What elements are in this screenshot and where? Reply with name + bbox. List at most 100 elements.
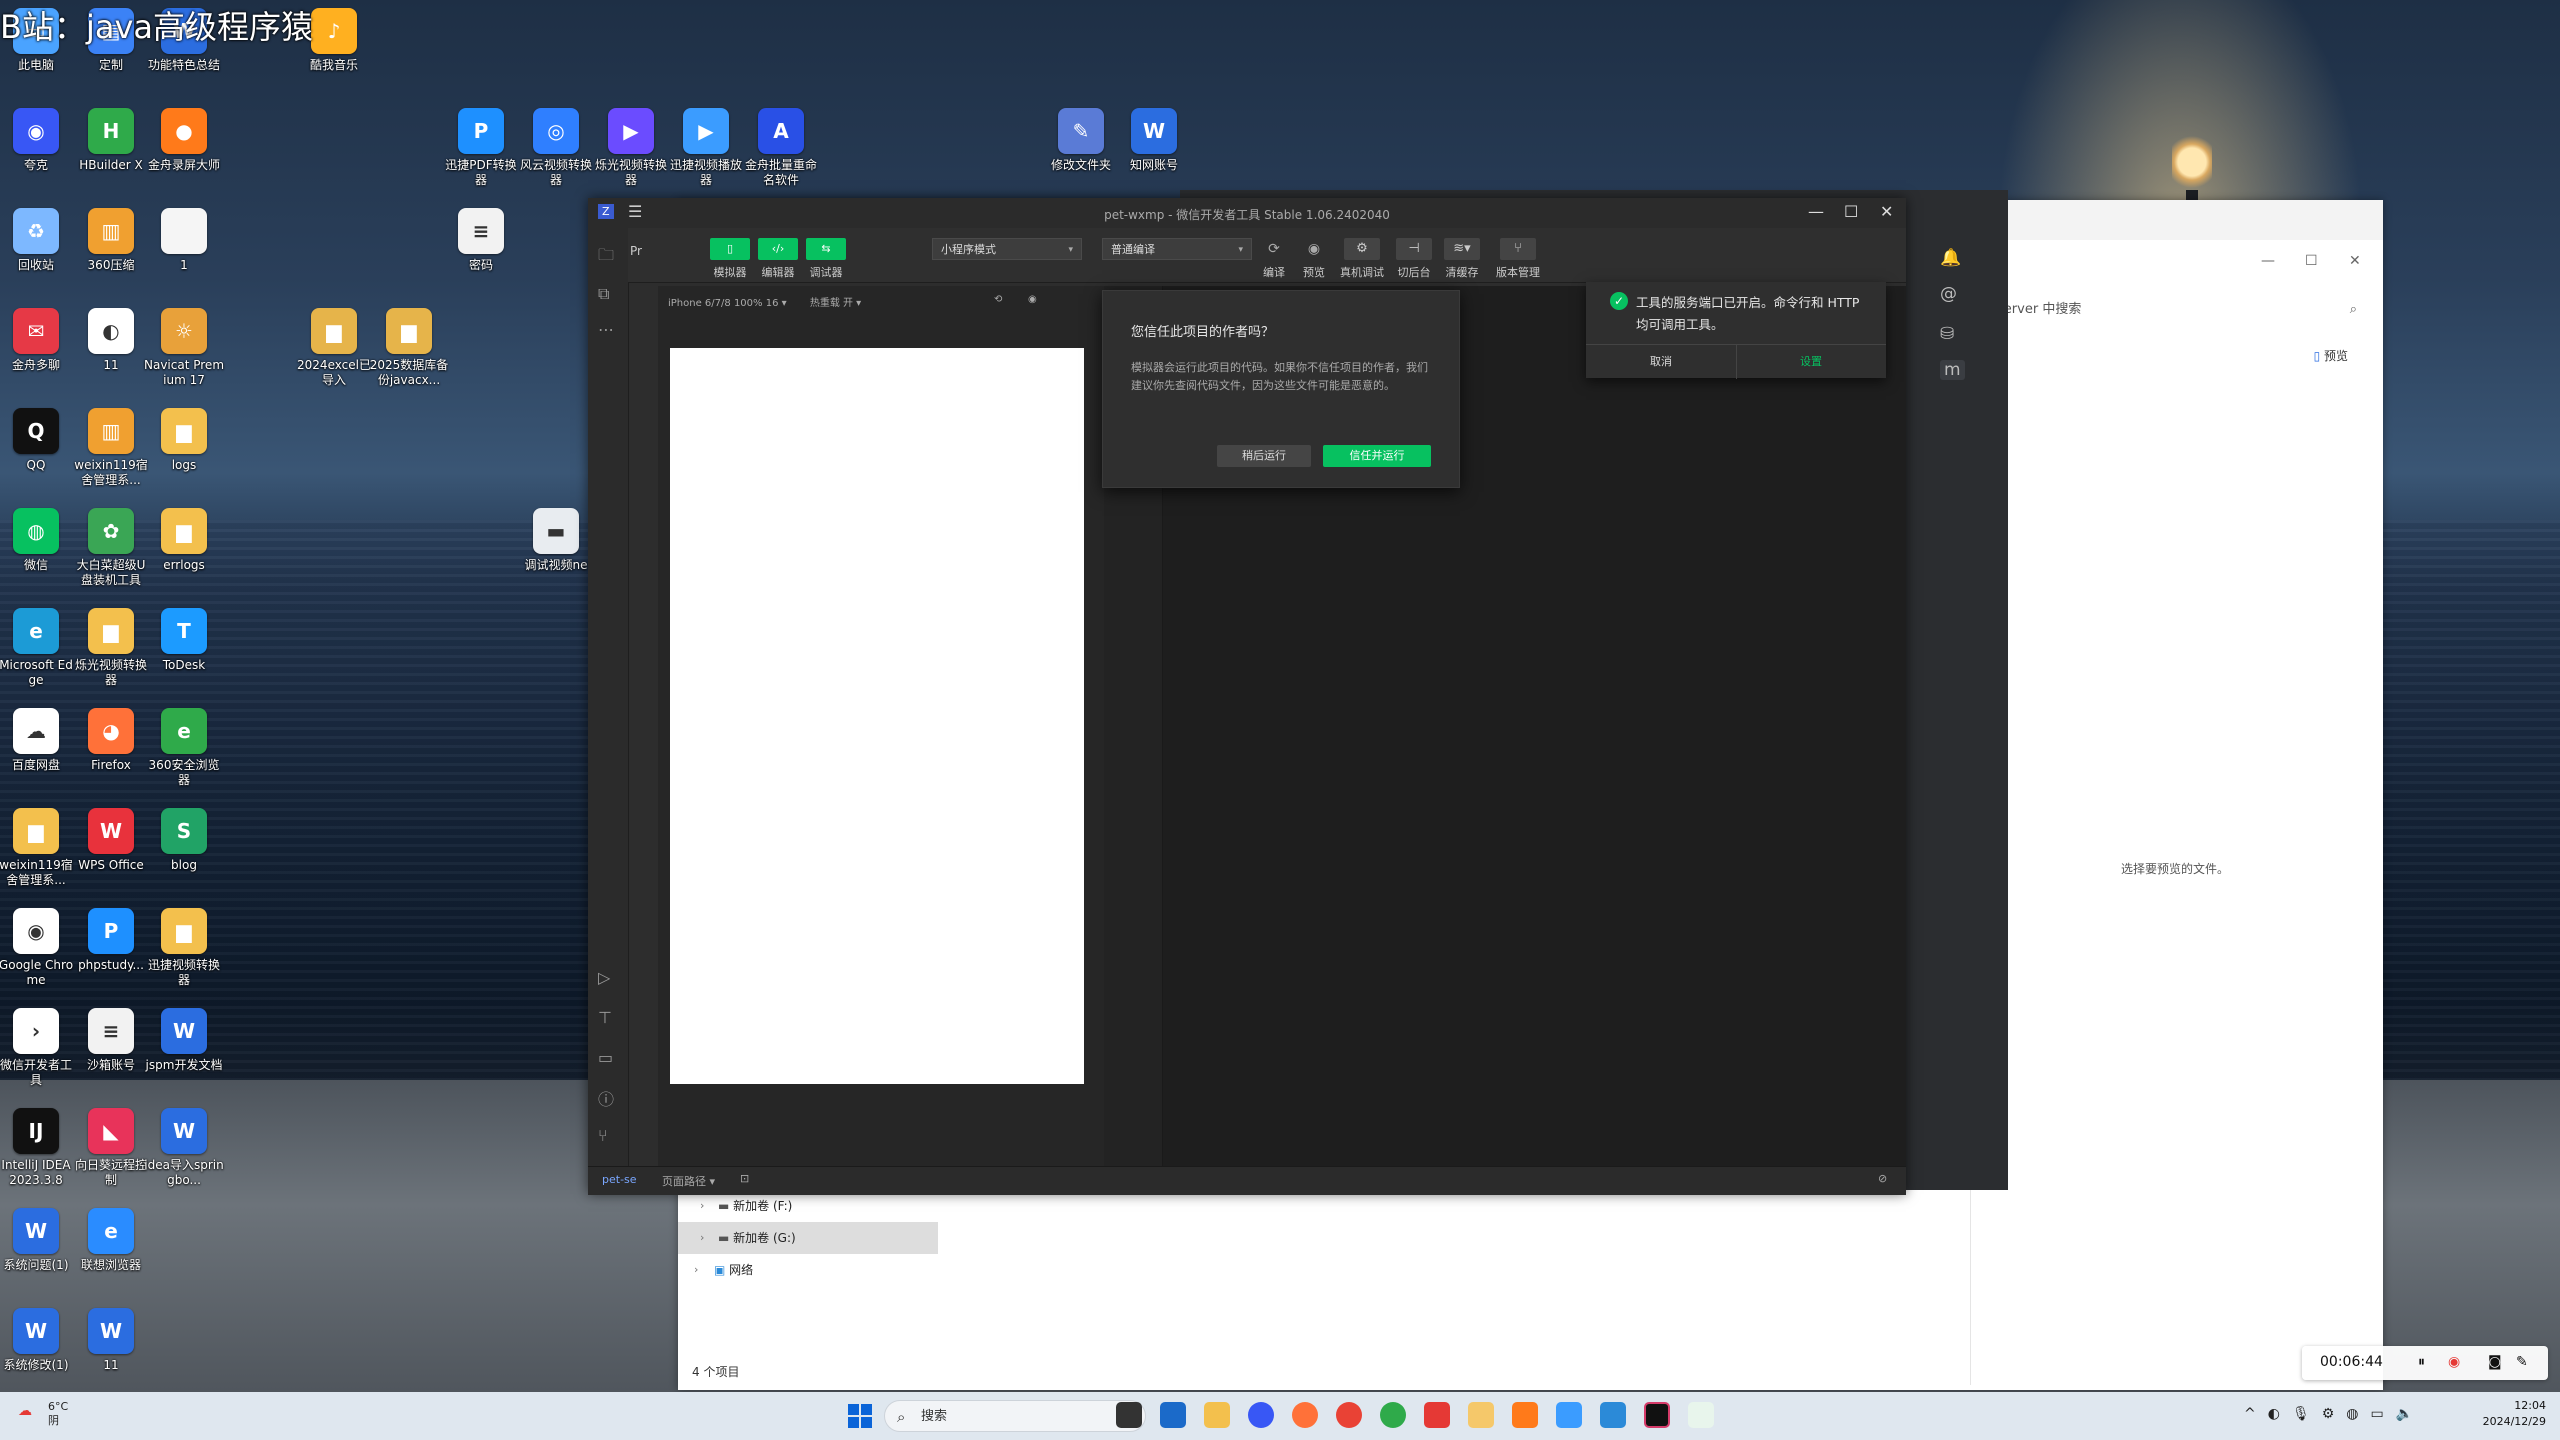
desktop-icon[interactable]: ✿ 大白菜超级U盘装机工具 <box>71 508 151 588</box>
clear-cache-button[interactable]: ≋▾ <box>1444 238 1480 260</box>
intellij-idea-icon[interactable] <box>1644 1402 1670 1428</box>
more-icon[interactable]: ⋯ <box>598 320 614 339</box>
security-icon[interactable]: ◍ <box>2346 1406 2370 1422</box>
at-icon[interactable]: @ <box>1940 284 1957 304</box>
desktop-icon[interactable]: A 金舟批量重命名软件 <box>741 108 821 188</box>
desktop-icon[interactable]: ▶ 烁光视频转换器 <box>591 108 671 188</box>
maximize-icon[interactable]: ☐ <box>2305 253 2318 269</box>
store-icon[interactable] <box>1160 1402 1186 1428</box>
desktop-icon[interactable]: ≡ 沙箱账号 <box>71 1008 151 1073</box>
version-control-button[interactable]: ⑂ <box>1500 238 1536 260</box>
app-tray-icon[interactable]: ◐ <box>2268 1406 2292 1422</box>
maven-icon[interactable]: m <box>1940 360 1965 380</box>
stop-record-icon[interactable]: ◉ <box>2448 1354 2460 1370</box>
chat-app-icon[interactable] <box>1424 1402 1450 1428</box>
recorder-app-icon[interactable] <box>1512 1402 1538 1428</box>
desktop-icon[interactable]: ◉ 夸克 <box>0 108 76 173</box>
pen-icon[interactable]: ✎ <box>2516 1354 2528 1370</box>
task-view-icon[interactable] <box>1116 1402 1142 1428</box>
run-icon[interactable]: ▷ <box>598 968 610 987</box>
real-device-debug-button[interactable]: ⚙ <box>1344 238 1380 260</box>
explorer-search-input[interactable]: pet-server 中搜索 ⌕ <box>1971 295 2371 325</box>
background-button[interactable]: ⊣ <box>1396 238 1432 260</box>
desktop-icon[interactable]: 1 <box>144 208 224 273</box>
desktop-icon[interactable]: W 系统问题(1) <box>0 1208 76 1273</box>
desktop-icon[interactable]: Q QQ <box>0 408 76 473</box>
settings-tray-icon[interactable]: ⚙ <box>2322 1406 2347 1422</box>
desktop-icon[interactable]: ▶ 迅捷视频播放器 <box>666 108 746 188</box>
chrome-icon[interactable] <box>1336 1402 1362 1428</box>
start-windows-icon[interactable] <box>848 1404 872 1428</box>
desktop-icon[interactable]: ▆ errlogs <box>144 508 224 573</box>
taskbar-clock[interactable]: 12:04 2024/12/29 <box>2483 1398 2546 1430</box>
git-icon[interactable]: ⑂ <box>598 1126 608 1145</box>
compile-mode-select[interactable]: 普通编译 ▾ <box>1102 238 1252 260</box>
folder-icon[interactable]: 🗀 <box>598 244 614 271</box>
desktop-icon[interactable]: ▆ weixin119宿舍管理系... <box>0 808 76 888</box>
network-icon[interactable]: ▭ <box>2371 1406 2396 1422</box>
desktop-icon[interactable]: IJ IntelliJ IDEA 2023.3.8 <box>0 1108 76 1188</box>
desktop-icon[interactable]: ☼ Navicat Premium 17 <box>144 308 224 388</box>
tree-item-drive-g[interactable]: › ▬ 新加卷 (G:) <box>678 1222 938 1254</box>
minimize-icon[interactable]: — <box>2261 253 2275 269</box>
desktop-icon[interactable]: ◣ 向日葵远程控制 <box>71 1108 151 1188</box>
desktop-icon[interactable]: W 系统修改(1) <box>0 1308 76 1373</box>
chevron-right-icon[interactable]: › <box>700 1222 704 1254</box>
pause-icon[interactable]: ⏸ <box>2418 1354 2425 1370</box>
minimize-icon[interactable]: — <box>1808 202 1824 221</box>
desktop-icon[interactable]: P 迅捷PDF转换器 <box>441 108 521 188</box>
search-icon[interactable]: ⌕ <box>2350 295 2357 325</box>
run-later-button[interactable]: 稍后运行 <box>1217 445 1311 467</box>
compile-icon[interactable]: ⟳ <box>1262 238 1286 260</box>
desktop-icon[interactable]: ● 金舟录屏大师 <box>144 108 224 173</box>
desktop-icon[interactable]: ▥ 360压缩 <box>71 208 151 273</box>
system-tray-icons[interactable]: ^◐🎙⚙◍▭🔈 <box>2244 1406 2425 1422</box>
desktop-icon[interactable]: ≡ 密码 <box>441 208 521 273</box>
tree-item-network[interactable]: › ▣ 网络 <box>678 1254 938 1286</box>
mode-select[interactable]: 小程序模式 ▾ <box>932 238 1082 260</box>
simulator-toggle-button[interactable]: ▯ <box>710 238 750 260</box>
desktop-icon[interactable]: ◍ 微信 <box>0 508 76 573</box>
device-select[interactable]: iPhone 6/7/8 100% 16 ▾ <box>668 298 787 309</box>
file-explorer-icon[interactable] <box>1204 1402 1230 1428</box>
record-icon[interactable]: ◉ <box>1028 294 1037 305</box>
maximize-icon[interactable]: ☐ <box>1844 202 1858 221</box>
desktop-icon[interactable]: Pphpstudy... <box>71 908 151 973</box>
debugger-toggle-button[interactable]: ⇆ <box>806 238 846 260</box>
desktop-icon[interactable]: W 知网账号 <box>1114 108 1194 173</box>
video-player-icon[interactable] <box>1556 1402 1582 1428</box>
desktop-icon[interactable]: H HBuilder X <box>71 108 151 173</box>
desktop-icon[interactable]: W 11 <box>71 1308 151 1373</box>
desktop-icon[interactable]: Widea导入springbo... <box>144 1108 224 1188</box>
close-icon[interactable]: ✕ <box>2349 253 2361 269</box>
terminal-icon[interactable]: ▭ <box>598 1048 613 1067</box>
outline-icon[interactable]: ⧉ <box>598 284 609 304</box>
database-icon[interactable]: ⛁ <box>1940 324 1954 344</box>
volume-icon[interactable]: 🔈 <box>2396 1406 2425 1422</box>
desktop-icon[interactable]: ✎ 修改文件夹 <box>1041 108 1121 173</box>
desktop-icon[interactable]: T ToDesk <box>144 608 224 673</box>
page-params-icon[interactable]: ⊡ <box>740 1172 749 1185</box>
wechat-devtools-window[interactable]: Z ☰ pet-wxmp - 微信开发者工具 Stable 1.06.24020… <box>588 198 1961 1195</box>
rotate-icon[interactable]: ⟲ <box>994 294 1002 305</box>
preview-eye-icon[interactable]: ◉ <box>1302 238 1326 260</box>
bell-icon[interactable]: 🔔 <box>1940 248 1961 268</box>
desktop-icon[interactable]: e Microsoft Edge <box>0 608 76 688</box>
no-wifi-icon[interactable]: ⊘ <box>1878 1172 1887 1185</box>
desktop-icon[interactable]: e 联想浏览器 <box>71 1208 151 1273</box>
desktop-icon[interactable]: › 微信开发者工具 <box>0 1008 76 1088</box>
quark-browser-icon[interactable] <box>1248 1402 1274 1428</box>
tools-icon[interactable]: ⊤ <box>598 1008 612 1027</box>
taskbar-search-input[interactable]: ⌕ 搜索 <box>884 1400 1146 1432</box>
chevron-up-icon[interactable]: ^ <box>2244 1406 2268 1422</box>
desktop-icon[interactable]: ▆ 迅捷视频转换器 <box>144 908 224 988</box>
desktop-icon[interactable]: ☁ 百度网盘 <box>0 708 76 773</box>
desktop-icon[interactable]: e 360安全浏览器 <box>144 708 224 788</box>
desktop-icon[interactable]: ◐ 11 <box>71 308 151 373</box>
notification-settings-button[interactable]: 设置 <box>1736 345 1886 379</box>
desktop-icon[interactable]: ♻ 回收站 <box>0 208 76 273</box>
desktop-icon[interactable]: Wjspm开发文档 <box>144 1008 224 1073</box>
desktop-icon[interactable]: W WPS Office <box>71 808 151 873</box>
page-path-select[interactable]: 页面路径 ▾ <box>662 1173 715 1189</box>
microphone-icon[interactable]: 🎙 <box>2292 1406 2322 1422</box>
